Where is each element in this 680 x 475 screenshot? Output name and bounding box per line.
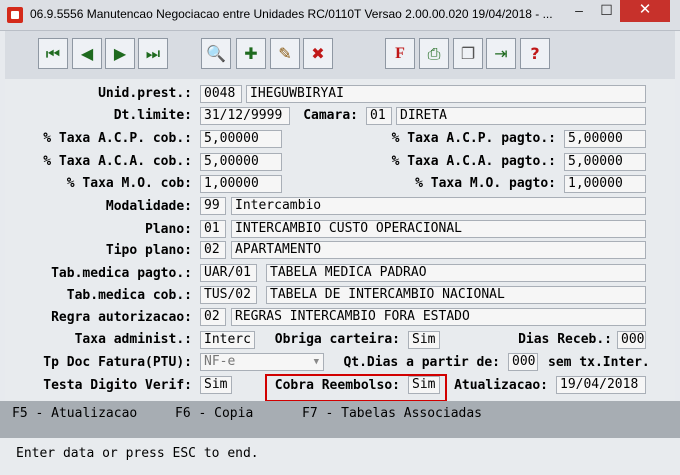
tipo-plano-name-field: APARTAMENTO: [231, 241, 646, 259]
plano-code-field[interactable]: 01: [200, 220, 226, 238]
tab-medica-cob-code-field[interactable]: TUS/02: [200, 286, 257, 304]
f7-tabelas-associadas-key[interactable]: F7 - Tabelas Associadas: [302, 406, 482, 421]
unid-prest-name-field: IHEGUWBIRYAI: [246, 85, 646, 103]
first-record-button[interactable]: ⏮: [38, 38, 68, 69]
help-icon: ?: [530, 44, 540, 63]
toolbar: ⏮ ◀ ▶ ⏭ 🔍 ✚ ✎ ✖ F ⎙ ❐ ⇥ ?: [5, 31, 675, 80]
unid-prest-code-field[interactable]: 0048: [200, 85, 242, 103]
tab-medica-pagto-label: Tab.medica pagto.:: [51, 266, 192, 281]
f6-copia-key[interactable]: F6 - Copia: [175, 406, 253, 421]
tp-doc-fatura-label: Tp Doc Fatura(PTU):: [43, 355, 192, 370]
taxa-acp-cob-label: % Taxa A.C.P. cob.:: [43, 131, 192, 146]
taxa-aca-pagto-field[interactable]: 5,00000: [564, 153, 646, 171]
obriga-carteira-field[interactable]: Sim: [408, 331, 440, 349]
testa-digito-label: Testa Digito Verif:: [43, 378, 192, 393]
camara-name-field: DIRETA: [396, 107, 646, 125]
tipo-plano-code-field[interactable]: 02: [200, 241, 226, 259]
help-button[interactable]: ?: [520, 38, 550, 69]
taxa-mo-cob-label: % Taxa M.O. cob:: [66, 176, 192, 191]
status-bar: Enter data or press ESC to end.: [0, 438, 680, 475]
tab-medica-cob-label: Tab.medica cob.:: [66, 288, 192, 303]
modalidade-name-field: Intercambio: [231, 197, 646, 215]
delete-icon: ✖: [311, 44, 325, 63]
tab-medica-pagto-name-field: TABELA MEDICA PADRAO: [266, 264, 646, 282]
qt-dias-suffix-label: sem tx.Inter.: [548, 355, 650, 370]
dt-limite-field[interactable]: 31/12/9999: [200, 107, 290, 125]
tipo-plano-label: Tipo plano:: [105, 243, 192, 258]
camara-label: Camara:: [303, 108, 358, 123]
tp-doc-fatura-value: NF-e: [204, 354, 236, 369]
search-icon: 🔍: [206, 44, 226, 63]
unid-prest-label: Unid.prest.:: [98, 86, 192, 101]
regra-autorizacao-name-field: REGRAS INTERCAMBIO FORA ESTADO: [231, 308, 646, 326]
regra-autorizacao-label: Regra autorizacao:: [51, 310, 192, 325]
form-area: [5, 79, 675, 401]
obriga-carteira-label: Obriga carteira:: [274, 332, 400, 347]
copy-icon: ❐: [460, 44, 476, 63]
delete-button[interactable]: ✖: [303, 38, 333, 69]
tab-medica-cob-name-field: TABELA DE INTERCAMBIO NACIONAL: [266, 286, 646, 304]
edit-button[interactable]: ✎: [270, 38, 300, 69]
f5-atualizacao-key[interactable]: F5 - Atualizacao: [12, 406, 137, 421]
atualizacao-field: 19/04/2018: [556, 376, 646, 394]
next-record-button[interactable]: ▶: [105, 38, 135, 69]
edit-icon: ✎: [278, 44, 292, 63]
dias-receb-label: Dias Receb.:: [518, 332, 612, 347]
maximize-button[interactable]: ☐: [593, 0, 620, 22]
status-message: Enter data or press ESC to end.: [16, 446, 259, 461]
taxa-administ-label: Taxa administ.:: [74, 332, 192, 347]
cobra-reembolso-highlight: [265, 374, 447, 402]
filter-icon: F: [395, 44, 405, 62]
last-record-button[interactable]: ⏭: [138, 38, 168, 69]
first-icon: ⏮: [45, 43, 61, 63]
function-key-bar: F5 - Atualizacao F6 - Copia F7 - Tabelas…: [0, 401, 680, 438]
search-button[interactable]: 🔍: [201, 38, 231, 69]
app-window: 06.9.5556 Manutencao Negociacao entre Un…: [0, 0, 680, 475]
print-button[interactable]: ⎙: [419, 38, 449, 69]
window-title: 06.9.5556 Manutencao Negociacao entre Un…: [30, 7, 553, 21]
regra-autorizacao-code-field[interactable]: 02: [200, 308, 226, 326]
plano-label: Plano:: [145, 222, 192, 237]
qt-dias-label: Qt.Dias a partir de:: [343, 355, 500, 370]
chevron-down-icon: ▼: [313, 357, 319, 367]
previous-record-button[interactable]: ◀: [72, 38, 102, 69]
dt-limite-label: Dt.limite:: [113, 108, 192, 123]
taxa-mo-pagto-field[interactable]: 1,00000: [564, 175, 646, 193]
previous-icon: ◀: [80, 44, 94, 63]
testa-digito-field[interactable]: Sim: [200, 376, 232, 394]
taxa-administ-field[interactable]: Interc: [200, 331, 255, 349]
exit-icon: ⇥: [494, 44, 508, 63]
dias-receb-field[interactable]: 000: [617, 331, 646, 349]
minimize-button[interactable]: –: [565, 0, 593, 22]
filter-button[interactable]: F: [385, 38, 415, 69]
plano-name-field: INTERCAMBIO CUSTO OPERACIONAL: [231, 220, 646, 238]
exit-button[interactable]: ⇥: [486, 38, 516, 69]
app-icon: [7, 7, 23, 23]
add-button[interactable]: ✚: [236, 38, 266, 69]
taxa-acp-cob-field[interactable]: 5,00000: [200, 130, 282, 148]
tab-medica-pagto-code-field[interactable]: UAR/01: [200, 264, 257, 282]
modalidade-label: Modalidade:: [105, 199, 192, 214]
tp-doc-fatura-select[interactable]: NF-e ▼: [200, 353, 324, 371]
camara-code-field[interactable]: 01: [366, 107, 392, 125]
taxa-mo-pagto-label: % Taxa M.O. pagto:: [415, 176, 556, 191]
taxa-aca-pagto-label: % Taxa A.C.A. pagto.:: [391, 154, 556, 169]
atualizacao-label: Atualizacao:: [454, 378, 548, 393]
title-bar: 06.9.5556 Manutencao Negociacao entre Un…: [0, 0, 680, 31]
qt-dias-field[interactable]: 000: [508, 353, 538, 371]
next-icon: ▶: [113, 44, 127, 63]
copy-button[interactable]: ❐: [453, 38, 483, 69]
taxa-acp-pagto-label: % Taxa A.C.P. pagto.:: [391, 131, 556, 146]
modalidade-code-field[interactable]: 99: [200, 197, 226, 215]
last-icon: ⏭: [145, 43, 161, 63]
taxa-mo-cob-field[interactable]: 1,00000: [200, 175, 282, 193]
taxa-aca-cob-label: % Taxa A.C.A. cob.:: [43, 154, 192, 169]
print-icon: ⎙: [427, 43, 441, 63]
close-button[interactable]: ✕: [620, 0, 670, 22]
taxa-aca-cob-field[interactable]: 5,00000: [200, 153, 282, 171]
taxa-acp-pagto-field[interactable]: 5,00000: [564, 130, 646, 148]
add-icon: ✚: [244, 44, 258, 63]
